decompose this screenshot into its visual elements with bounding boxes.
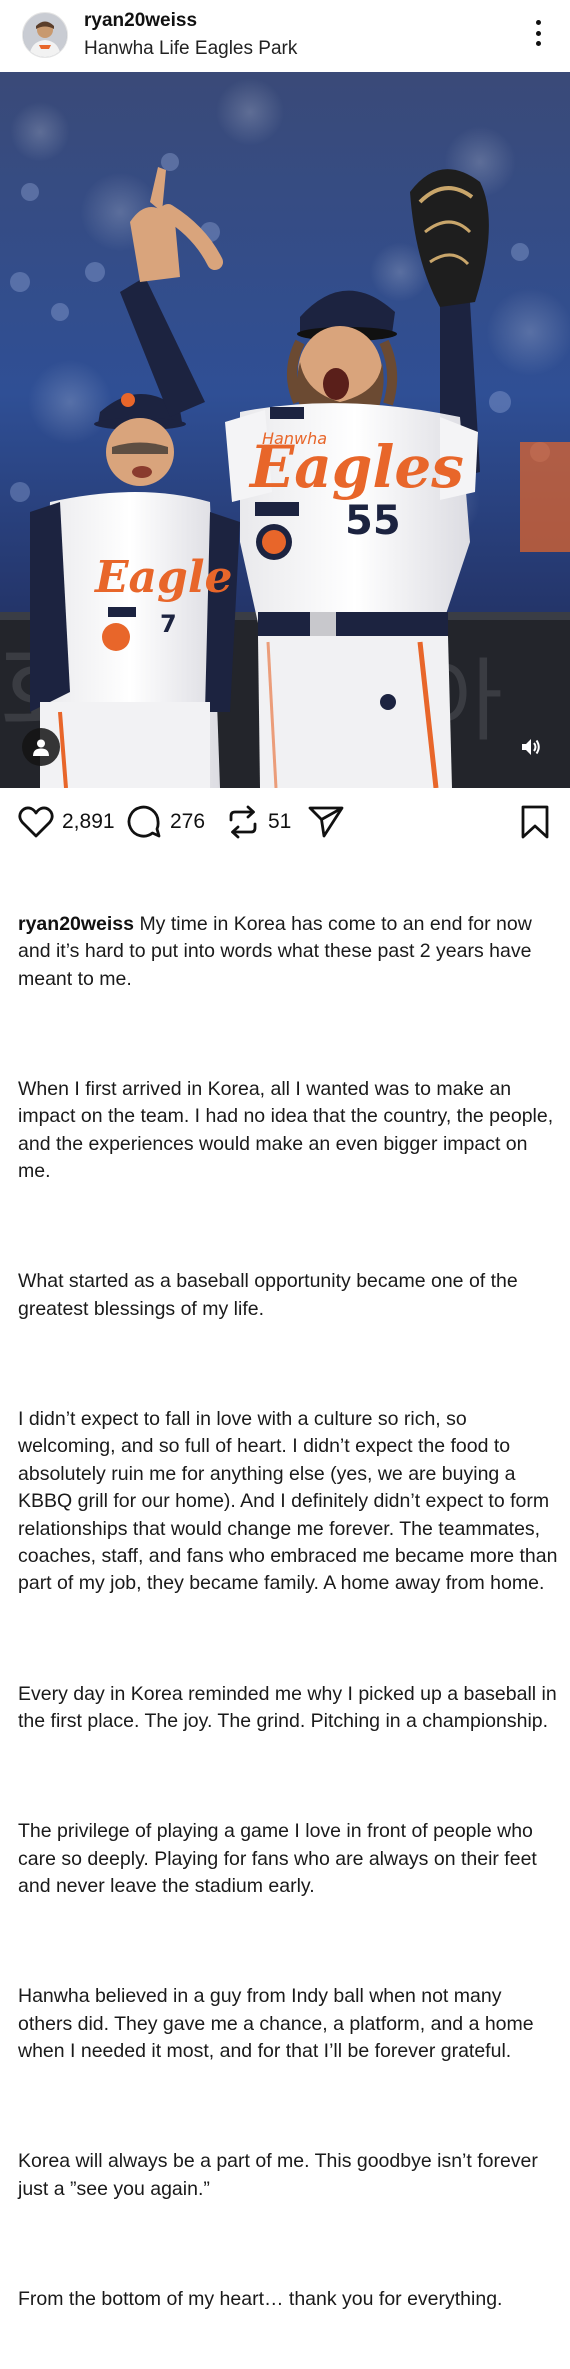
- post-username[interactable]: ryan20weiss: [84, 10, 197, 32]
- profile-avatar[interactable]: [22, 12, 68, 58]
- like-button[interactable]: 2,891: [18, 804, 115, 840]
- person-icon: [33, 739, 49, 756]
- caption-paragraph: Korea will always be a part of me. This …: [18, 2150, 544, 2200]
- repost-count: 51: [268, 810, 292, 833]
- heart-icon: [18, 806, 54, 838]
- caption-paragraph: I didn’t expect to fall in love with a c…: [18, 1407, 563, 1595]
- teammate-jersey-text: Eagle: [93, 552, 233, 603]
- svg-text:7: 7: [160, 610, 177, 638]
- paper-plane-icon: [308, 806, 344, 838]
- repost-icon: [229, 805, 257, 839]
- post-location[interactable]: Hanwha Life Eagles Park: [84, 38, 297, 60]
- vertical-ellipsis-icon: [535, 20, 541, 25]
- caption-paragraph: From the bottom of my heart… thank you f…: [18, 2287, 503, 2310]
- caption-username[interactable]: ryan20weiss: [18, 913, 134, 935]
- jersey-number: 55: [345, 498, 401, 544]
- post-photo[interactable]: 화 아 Eagle 7: [0, 72, 570, 788]
- caption-paragraph: The privilege of playing a game I love i…: [18, 1820, 543, 1897]
- save-button[interactable]: [520, 804, 550, 840]
- comment-count: 276: [170, 810, 206, 833]
- post-header: ryan20weiss Hanwha Life Eagles Park: [0, 0, 570, 72]
- speech-bubble-icon: [127, 805, 161, 838]
- repost-button[interactable]: 51: [226, 804, 291, 840]
- post-caption: ryan20weiss My time in Korea has come to…: [18, 856, 558, 2369]
- caption-paragraph: When I first arrived in Korea, all I wan…: [18, 1077, 559, 1183]
- profile-photo: [23, 13, 67, 57]
- caption-paragraph: What started as a baseball opportunity b…: [18, 1270, 524, 1320]
- bookmark-icon: [521, 805, 549, 839]
- speaker-icon: [522, 739, 540, 755]
- comment-button[interactable]: 276: [126, 804, 205, 840]
- caption-paragraph: Every day in Korea reminded me why I pic…: [18, 1682, 563, 1732]
- tagged-users-button[interactable]: [22, 728, 60, 766]
- more-options-button[interactable]: [524, 16, 552, 50]
- caption-paragraph: ryan20weiss My time in Korea has come to…: [18, 911, 558, 993]
- share-button[interactable]: [308, 804, 344, 840]
- caption-paragraph: Hanwha believed in a guy from Indy ball …: [18, 1985, 540, 2063]
- volume-toggle-button[interactable]: [514, 730, 548, 764]
- like-count: 2,891: [62, 810, 115, 833]
- jersey-sponsor-text: Hanwha: [262, 429, 327, 448]
- post-action-bar: 2,891 276 51: [0, 788, 570, 856]
- baseball-celebration-photo: 화 아 Eagle 7: [0, 72, 570, 788]
